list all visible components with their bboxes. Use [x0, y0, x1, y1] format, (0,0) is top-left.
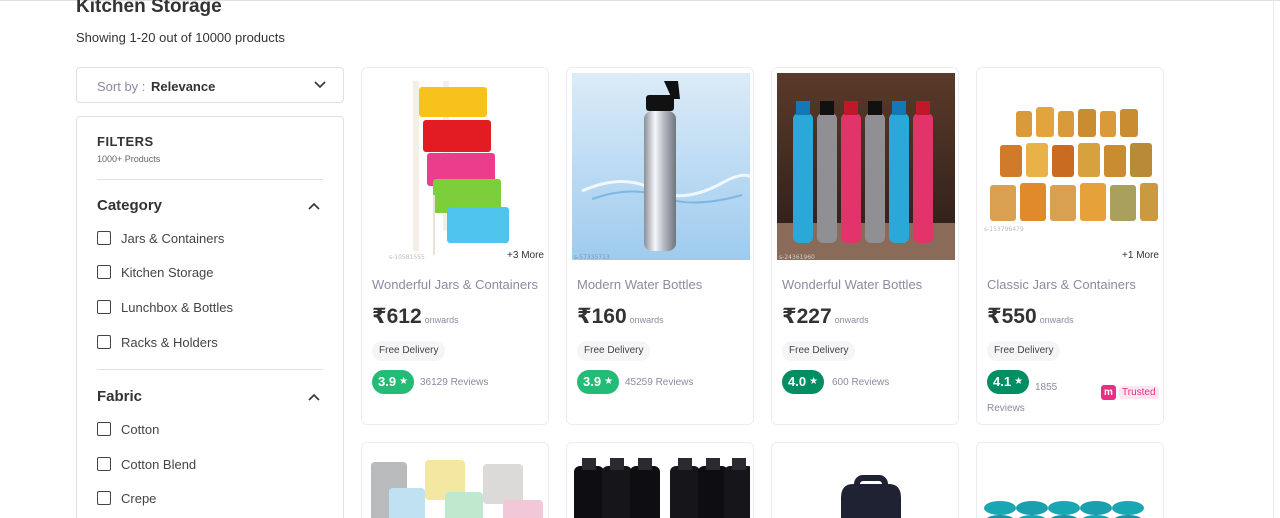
- product-price: ₹227 onwards: [782, 304, 869, 329]
- filter-option-label: Jars & Containers: [121, 230, 225, 246]
- filter-option-crepe[interactable]: Crepe: [97, 489, 156, 507]
- price-onwards: onwards: [629, 315, 664, 325]
- filter-option-label: Cotton Blend: [121, 456, 197, 472]
- more-variants-label[interactable]: +1 More: [1118, 249, 1159, 261]
- price-onwards: onwards: [834, 315, 869, 325]
- sort-value: Relevance: [151, 79, 216, 94]
- price-value: ₹550: [987, 305, 1037, 328]
- checkbox[interactable]: [97, 335, 111, 349]
- divider: [97, 179, 323, 180]
- filter-option-label: Lunchbox & Bottles: [121, 299, 234, 315]
- price-onwards: onwards: [1039, 315, 1074, 325]
- product-image[interactable]: s-10581555: [367, 73, 545, 260]
- svg-text:s-57335713: s-57335713: [574, 254, 610, 260]
- product-name[interactable]: Wonderful Jars & Containers: [372, 277, 542, 292]
- filter-option-cotton[interactable]: Cotton: [97, 420, 159, 438]
- filter-section-fabric-title[interactable]: Fabric: [97, 388, 142, 405]
- more-variants-label[interactable]: +3 More: [503, 249, 544, 261]
- product-image[interactable]: [572, 448, 750, 518]
- product-image[interactable]: [777, 448, 955, 518]
- divider: [97, 369, 323, 370]
- filters-title: FILTERS: [97, 134, 154, 149]
- review-count: 36129 Reviews: [420, 377, 489, 388]
- checkbox[interactable]: [97, 231, 111, 245]
- product-image[interactable]: s-57335713: [572, 73, 750, 260]
- filter-option-label: Kitchen Storage: [121, 264, 214, 280]
- product-card[interactable]: s-10581555 +3 More Wonderful Jars & Cont…: [361, 67, 549, 425]
- product-image[interactable]: [982, 448, 1160, 518]
- filter-option-lunchbox-bottles[interactable]: Lunchbox & Bottles: [97, 298, 233, 316]
- chevron-up-icon[interactable]: [307, 390, 321, 404]
- review-count: 600 Reviews: [832, 377, 890, 388]
- product-card[interactable]: [361, 442, 549, 518]
- svg-text:s-24361960: s-24361960: [779, 254, 815, 260]
- filter-option-label: Crepe: [121, 490, 157, 506]
- product-name[interactable]: Wonderful Water Bottles: [782, 277, 952, 292]
- filter-option-kitchen-storage[interactable]: Kitchen Storage: [97, 263, 214, 281]
- checkbox[interactable]: [97, 422, 111, 436]
- page-title: Kitchen Storage: [76, 0, 222, 17]
- meesho-logo-icon: m: [1101, 384, 1116, 400]
- svg-text:s-10581555: s-10581555: [389, 254, 425, 260]
- review-count: 1855 Reviews: [987, 382, 1058, 414]
- chevron-up-icon[interactable]: [307, 199, 321, 213]
- price-value: ₹160: [577, 305, 627, 328]
- free-delivery-badge: Free Delivery: [782, 341, 856, 361]
- filter-option-label: Cotton: [121, 421, 160, 437]
- trusted-badge: m Trusted: [1101, 382, 1159, 402]
- trusted-label: Trusted: [1119, 385, 1159, 399]
- svg-text:s-153796479: s-153796479: [984, 226, 1024, 233]
- rating-badge: 3.9 ★: [577, 370, 620, 394]
- price-value: ₹612: [372, 305, 422, 328]
- free-delivery-badge: Free Delivery: [372, 341, 446, 361]
- filter-panel: FILTERS 1000+ Products Category Jars & C…: [76, 116, 344, 518]
- star-icon: ★: [399, 376, 409, 387]
- product-image[interactable]: [367, 448, 545, 518]
- product-name[interactable]: Modern Water Bottles: [577, 277, 747, 292]
- filter-option-label: Racks & Holders: [121, 334, 218, 350]
- product-count: Showing 1-20 out of 10000 products: [76, 30, 285, 45]
- free-delivery-badge: Free Delivery: [987, 341, 1061, 361]
- checkbox[interactable]: [97, 300, 111, 314]
- checkbox[interactable]: [97, 491, 111, 505]
- rating-value: 4.0: [788, 374, 807, 389]
- filter-option-cotton-blend[interactable]: Cotton Blend: [97, 455, 196, 473]
- product-price: ₹160 onwards: [577, 304, 664, 329]
- product-card[interactable]: [976, 442, 1164, 518]
- review-count: 45259 Reviews: [625, 377, 694, 388]
- checkbox[interactable]: [97, 457, 111, 471]
- product-price: ₹612 onwards: [372, 304, 459, 329]
- sort-label: Sort by :: [97, 79, 146, 94]
- rating-badge: 4.0 ★: [782, 370, 825, 394]
- product-name[interactable]: Classic Jars & Containers: [987, 277, 1157, 292]
- rating-value: 3.9: [378, 374, 397, 389]
- filters-subtitle: 1000+ Products: [97, 154, 161, 164]
- free-delivery-badge: Free Delivery: [577, 341, 651, 361]
- price-value: ₹227: [782, 305, 832, 328]
- checkbox[interactable]: [97, 265, 111, 279]
- price-onwards: onwards: [424, 315, 459, 325]
- scrollbar-track[interactable]: [1273, 0, 1274, 518]
- chevron-down-icon: [314, 81, 326, 89]
- product-card[interactable]: [771, 442, 959, 518]
- product-image[interactable]: s-24361960: [777, 73, 955, 260]
- product-card[interactable]: [566, 442, 754, 518]
- product-image[interactable]: s-153796479: [982, 73, 1160, 260]
- sort-dropdown[interactable]: Sort by : Relevance: [76, 67, 344, 103]
- product-price: ₹550 onwards: [987, 304, 1074, 329]
- filter-option-racks-holders[interactable]: Racks & Holders: [97, 333, 218, 351]
- filter-section-category-title[interactable]: Category: [97, 197, 162, 214]
- star-icon: ★: [604, 376, 614, 387]
- product-card[interactable]: s-57335713 Modern Water Bottles ₹160 onwa…: [566, 67, 754, 425]
- product-card[interactable]: s-24361960 Wonderful Water Bottles ₹227 o…: [771, 67, 959, 425]
- product-card[interactable]: s-153796479 +1 More Classic Jars & Conta…: [976, 67, 1164, 425]
- rating-value: 3.9: [583, 374, 602, 389]
- filter-option-jars-containers[interactable]: Jars & Containers: [97, 229, 224, 247]
- star-icon: ★: [809, 376, 819, 387]
- rating-badge: 3.9 ★: [372, 370, 415, 394]
